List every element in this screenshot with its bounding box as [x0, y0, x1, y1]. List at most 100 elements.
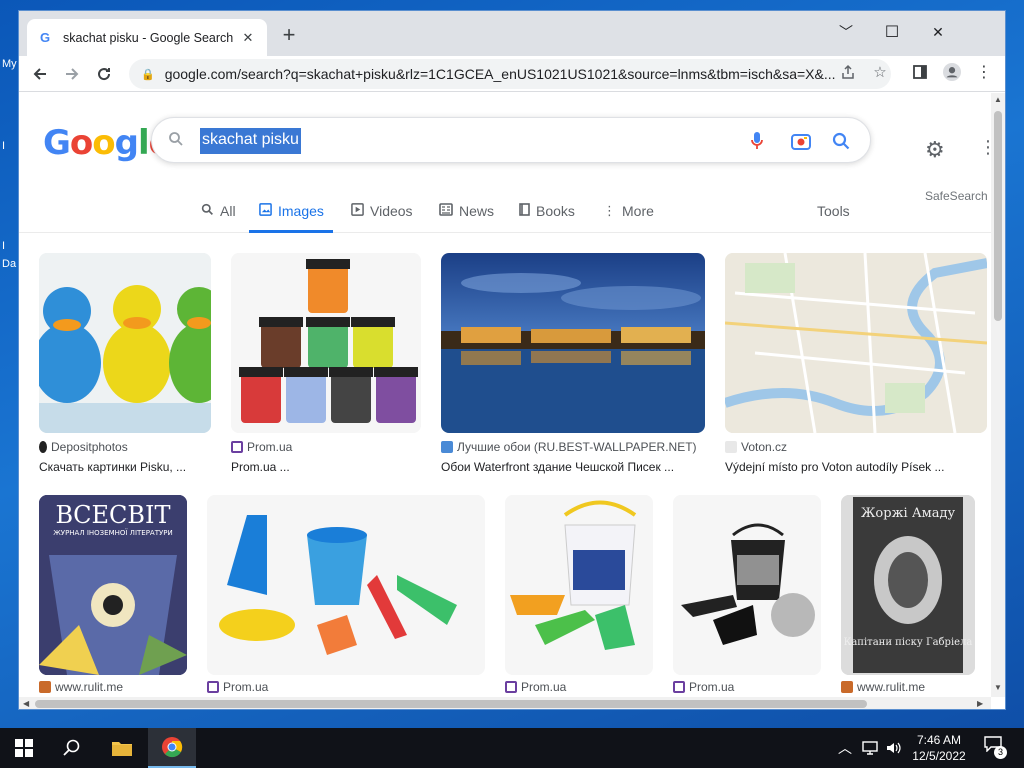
image-result[interactable]: Prom.ua — [207, 495, 485, 695]
image-result[interactable]: Лучшие обои (RU.BEST-WALLPAPER.NET) Обои… — [441, 253, 705, 474]
result-source[interactable]: Prom.ua — [207, 680, 268, 694]
search-box[interactable]: skachat pisku — [151, 117, 871, 163]
voice-search-icon[interactable] — [746, 130, 768, 152]
scroll-down-icon[interactable]: ▼ — [991, 683, 1005, 692]
image-result[interactable]: Depositphotos Скачать картинки Pisku, ..… — [39, 253, 211, 474]
settings-gear-icon[interactable]: ⚙ — [925, 137, 945, 163]
image-search-camera-icon[interactable] — [790, 130, 812, 152]
tab-books[interactable]: Books — [519, 203, 575, 219]
result-thumbnail[interactable] — [673, 495, 821, 675]
black-bucket-set-image — [673, 495, 821, 675]
safesearch-label[interactable]: SafeSearch — [925, 189, 988, 203]
show-hidden-icons-button[interactable]: ︿ — [838, 728, 852, 768]
tab-images[interactable]: Images — [259, 203, 324, 219]
result-thumbnail[interactable] — [39, 253, 211, 433]
image-result[interactable]: Voton.cz Výdejní místo pro Voton autodíl… — [725, 253, 987, 474]
result-caption[interactable]: Prom.ua ... — [231, 460, 290, 474]
tab-videos[interactable]: Videos — [351, 203, 413, 219]
scroll-left-icon[interactable]: ◀ — [23, 697, 29, 709]
search-button[interactable] — [48, 728, 96, 768]
volume-icon[interactable] — [886, 728, 902, 768]
desktop-icon-label[interactable]: Da — [2, 258, 16, 270]
notification-center-button[interactable]: 3 — [984, 736, 1007, 759]
tab-label: News — [459, 203, 495, 219]
result-source[interactable]: www.rulit.me — [841, 680, 925, 694]
result-caption[interactable]: Скачать картинки Pisku, ... — [39, 460, 186, 474]
vertical-scroll-thumb[interactable] — [994, 111, 1002, 321]
clock[interactable]: 7:46 AM 12/5/2022 — [904, 732, 974, 764]
chrome-taskbar-button[interactable] — [148, 728, 196, 768]
tab-label: More — [622, 203, 654, 219]
result-source[interactable]: www.rulit.me — [39, 680, 123, 694]
new-tab-button[interactable]: + — [277, 23, 301, 49]
image-result[interactable]: Жоржі Амаду Капітани піску Габріела www.… — [841, 495, 975, 695]
search-submit-icon[interactable] — [830, 130, 852, 152]
image-result[interactable]: Prom.ua Prom.ua ... — [231, 253, 421, 474]
desktop-icon-label[interactable]: I — [2, 240, 5, 252]
tab-more[interactable]: ⋮ More — [603, 203, 654, 219]
result-thumbnail[interactable] — [441, 253, 705, 433]
source-name: Prom.ua — [521, 680, 567, 694]
menu-kebab-icon[interactable]: ⋮ — [975, 63, 993, 81]
result-caption[interactable]: Výdejní místo pro Voton autodíly Písek .… — [725, 460, 944, 474]
lock-icon: 🔒 — [141, 68, 155, 81]
scroll-up-icon[interactable]: ▲ — [991, 95, 1005, 104]
scroll-right-icon[interactable]: ▶ — [977, 697, 983, 709]
result-thumbnail[interactable] — [231, 253, 421, 433]
close-button[interactable]: ✕ — [915, 17, 961, 47]
profile-avatar[interactable] — [943, 63, 961, 81]
file-explorer-button[interactable] — [98, 728, 146, 768]
share-icon[interactable] — [839, 63, 857, 81]
browser-tab[interactable]: G skachat pisku - Google Search ✕ — [27, 19, 267, 56]
source-name: www.rulit.me — [55, 680, 124, 694]
image-result[interactable]: Prom.ua — [673, 495, 821, 695]
google-favicon-icon: G — [39, 30, 51, 45]
site-favicon-icon — [441, 441, 453, 453]
reload-button[interactable] — [89, 59, 119, 89]
result-thumbnail[interactable]: ВСЕСВІТ ЖУРНАЛ ІНОЗЕМНОЇ ЛІТЕРАТУРИ — [39, 495, 187, 675]
tab-label: Images — [278, 203, 324, 219]
result-thumbnail[interactable] — [505, 495, 653, 675]
result-source[interactable]: Prom.ua — [231, 440, 292, 454]
forward-button[interactable] — [57, 59, 87, 89]
sand-bucket-set-image — [505, 495, 653, 675]
book-icon — [519, 203, 530, 219]
tools-button[interactable]: Tools — [817, 203, 850, 219]
result-thumbnail[interactable] — [725, 253, 987, 433]
back-button[interactable] — [25, 59, 55, 89]
bookmark-star-icon[interactable]: ☆ — [871, 63, 889, 81]
source-name: www.rulit.me — [857, 680, 926, 694]
start-button[interactable] — [0, 728, 48, 768]
image-result[interactable]: Prom.ua — [505, 495, 653, 695]
url-text[interactable]: google.com/search?q=skachat+pisku&rlz=1C… — [165, 66, 891, 82]
result-source[interactable]: Voton.cz — [725, 440, 787, 454]
horizontal-scrollbar[interactable]: ◀ ▶ — [19, 697, 991, 709]
desktop-icon-label[interactable]: I — [2, 140, 5, 152]
image-result[interactable]: ВСЕСВІТ ЖУРНАЛ ІНОЗЕМНОЇ ЛІТЕРАТУРИ www.… — [39, 495, 187, 695]
site-favicon-icon — [231, 441, 243, 453]
result-source[interactable]: Prom.ua — [505, 680, 566, 694]
tab-title: skachat pisku - Google Search — [63, 30, 234, 45]
minimize-button[interactable]: ﹀ — [823, 17, 869, 47]
horizontal-scroll-thumb[interactable] — [35, 700, 867, 708]
result-source[interactable]: Лучшие обои (RU.BEST-WALLPAPER.NET) — [441, 440, 697, 454]
maximize-button[interactable]: ☐ — [869, 17, 915, 47]
tab-news[interactable]: News — [439, 203, 494, 219]
side-panel-icon[interactable] — [911, 63, 929, 81]
network-icon[interactable] — [862, 728, 878, 768]
chrome-window: G skachat pisku - Google Search ✕ + ﹀ ☐ … — [18, 10, 1006, 710]
address-bar[interactable]: 🔒 google.com/search?q=skachat+pisku&rlz=… — [129, 59, 891, 89]
result-thumbnail[interactable]: Жоржі Амаду Капітани піску Габріела — [841, 495, 975, 675]
search-query-text[interactable]: skachat pisku — [200, 128, 301, 154]
google-apps-icon[interactable]: ⋮ — [979, 137, 991, 158]
tab-close-icon[interactable]: ✕ — [239, 30, 257, 46]
vertical-scrollbar[interactable]: ▲ ▼ — [991, 93, 1005, 697]
result-caption[interactable]: Обои Waterfront здание Чешской Писек ... — [441, 460, 674, 474]
tab-all[interactable]: All — [201, 203, 236, 219]
search-results-page: Google skachat pisku ⚙ ⋮ SafeSearch — [19, 93, 991, 697]
result-thumbnail[interactable] — [207, 495, 485, 675]
result-source[interactable]: Prom.ua — [673, 680, 734, 694]
result-source[interactable]: Depositphotos — [39, 440, 128, 454]
desktop-icon-label[interactable]: My — [2, 58, 17, 70]
clock-time: 7:46 AM — [916, 733, 962, 747]
